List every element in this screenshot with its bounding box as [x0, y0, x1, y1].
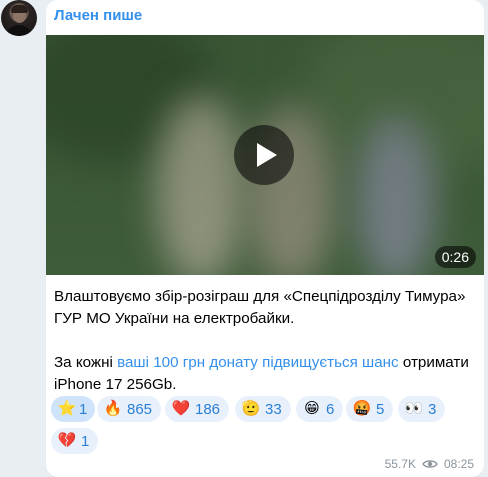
reaction-count: 1 [81, 432, 90, 450]
reaction-eyes[interactable]: 👀 3 [398, 396, 446, 422]
message-paragraph-2: За кожні ваші 100 грн донату підвищуєтьс… [54, 352, 472, 396]
angry-icon: 🤬 [352, 400, 372, 417]
video-preview[interactable]: 0:26 [46, 35, 484, 275]
view-count: 55.7K [384, 457, 416, 471]
donation-link[interactable]: ваші 100 грн донату підвищується шанс [117, 354, 399, 371]
reaction-count: 1 [79, 400, 88, 418]
sender-name[interactable]: Лачен пише [54, 7, 142, 24]
salute-icon: 🫡 [241, 400, 261, 417]
video-duration: 0:26 [434, 246, 476, 268]
message-meta: 55.7K 08:25 [385, 457, 474, 471]
channel-avatar[interactable] [1, 0, 37, 36]
play-button[interactable] [234, 125, 294, 185]
message-time: 08:25 [443, 457, 474, 471]
reaction-count: 6 [326, 400, 335, 418]
reaction-broken-heart[interactable]: 💔 1 [51, 428, 99, 454]
reaction-count: 865 [127, 400, 153, 418]
reaction-count: 5 [376, 400, 385, 418]
grin-icon: 😁 [304, 400, 320, 417]
reaction-count: 186 [195, 400, 221, 418]
heart-icon: ❤️ [171, 400, 191, 417]
reaction-star[interactable]: ⭐ 1 [51, 396, 96, 422]
reaction-angry[interactable]: 🤬 5 [346, 396, 394, 422]
message-text-prefix: За кожні [54, 354, 118, 371]
message-text: Влаштовуємо збір-розіграш для «Спецпідро… [54, 286, 472, 396]
message-bubble: Лачен пише 0:26 Влаштовуємо збір-розігра… [46, 0, 484, 477]
message-paragraph-1: Влаштовуємо збір-розіграш для «Спецпідро… [54, 288, 466, 327]
reaction-heart[interactable]: ❤️ 186 [165, 396, 230, 422]
avatar-hair [11, 5, 28, 13]
reaction-count: 33 [265, 400, 282, 418]
reaction-grin[interactable]: 😁 6 [296, 396, 344, 422]
avatar-shoulders [5, 25, 33, 36]
reaction-count: 3 [428, 400, 437, 418]
reaction-salute[interactable]: 🫡 33 [235, 396, 291, 422]
eye-icon [422, 460, 438, 468]
play-icon [257, 143, 277, 167]
fire-icon: 🔥 [103, 400, 123, 417]
broken-heart-icon: 💔 [57, 432, 77, 449]
reaction-fire[interactable]: 🔥 865 [97, 396, 162, 422]
eyes-icon: 👀 [404, 400, 424, 417]
star-icon: ⭐ [57, 400, 77, 417]
